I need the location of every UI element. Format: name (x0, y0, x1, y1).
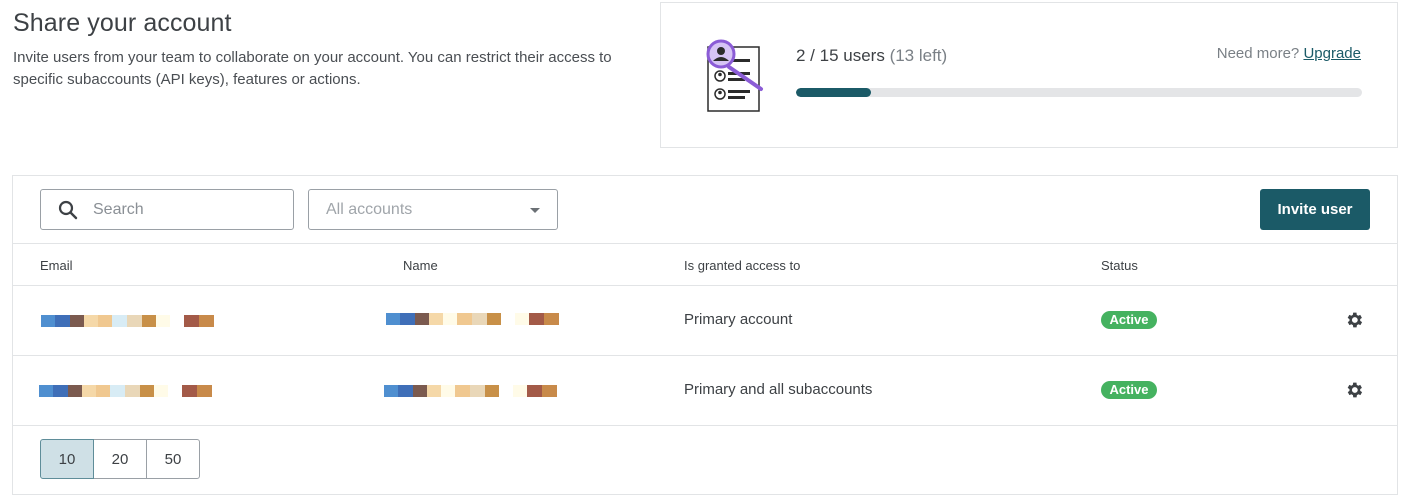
user-list-magnifier-icon (706, 39, 763, 112)
user-count-value: 2 / 15 users (796, 46, 885, 65)
status-badge: Active (1101, 381, 1157, 399)
column-header-status: Status (1101, 258, 1138, 273)
search-box[interactable] (40, 189, 294, 230)
upgrade-link[interactable]: Upgrade (1303, 45, 1361, 62)
column-header-access: Is granted access to (684, 258, 801, 273)
divider (13, 243, 1397, 244)
column-header-name: Name (403, 258, 438, 273)
search-input[interactable] (93, 191, 283, 228)
name-redacted (384, 385, 557, 397)
name-redacted (386, 313, 559, 325)
invite-user-button[interactable]: Invite user (1260, 189, 1370, 230)
divider (13, 285, 1397, 286)
search-icon (58, 200, 78, 220)
users-left: (13 left) (889, 46, 948, 65)
gear-icon[interactable] (1344, 380, 1364, 400)
status-badge: Active (1101, 311, 1157, 329)
page-title: Share your account (13, 9, 232, 37)
page-size-20[interactable]: 20 (93, 439, 147, 479)
email-redacted (41, 315, 214, 327)
usage-progress-fill (796, 88, 872, 97)
user-count: 2 / 15 users (13 left) (796, 46, 947, 66)
accounts-select[interactable]: All accounts (308, 189, 558, 230)
usage-progress-bar (796, 88, 1362, 97)
column-header-email: Email (40, 258, 73, 273)
page-size-10[interactable]: 10 (40, 439, 94, 479)
chevron-down-icon (530, 208, 540, 213)
email-redacted (39, 385, 212, 397)
need-more: Need more? Upgrade (1217, 45, 1361, 62)
divider (13, 355, 1397, 356)
access-cell: Primary account (684, 311, 793, 328)
usage-card: 2 / 15 users (13 left) Need more? Upgrad… (660, 2, 1398, 148)
need-more-label: Need more? (1216, 45, 1300, 62)
users-card: All accounts Invite user Email Name Is g… (12, 175, 1398, 495)
accounts-select-value: All accounts (326, 201, 413, 218)
gear-icon[interactable] (1344, 310, 1364, 330)
page-description: Invite users from your team to collabora… (13, 49, 612, 88)
divider (13, 425, 1397, 426)
page-size-50[interactable]: 50 (146, 439, 200, 479)
access-cell: Primary and all subaccounts (684, 381, 873, 398)
page-size-selector: 10 20 50 (40, 439, 200, 479)
